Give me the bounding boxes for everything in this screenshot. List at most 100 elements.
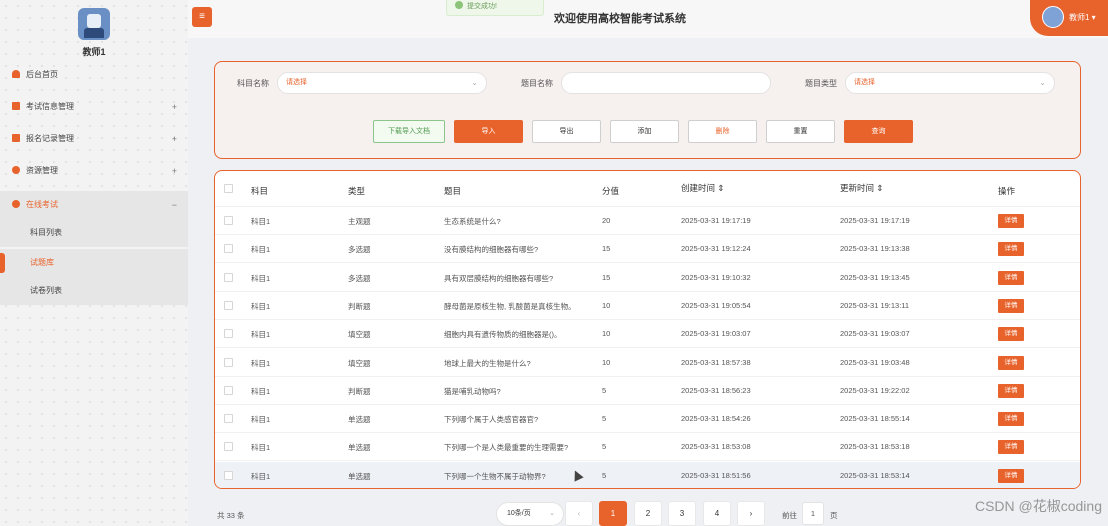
sidebar-subitem-subject-list[interactable]: 科目列表 <box>0 219 188 247</box>
expand-icon[interactable]: + <box>172 95 177 119</box>
page-size-value: 10条/页 <box>507 510 531 517</box>
column-subject: 科目 <box>251 186 269 196</box>
cell-type: 多选题 <box>348 245 371 255</box>
watermark: CSDN @花椒coding <box>974 498 1102 514</box>
cell-updated: 2025-03-31 18:53:18 <box>840 442 910 452</box>
row-checkbox[interactable] <box>224 385 233 395</box>
user-name: 教师1 <box>1069 13 1090 22</box>
row-checkbox[interactable] <box>224 244 233 254</box>
row-checkbox[interactable] <box>224 414 233 424</box>
cell-score: 15 <box>602 272 611 282</box>
column-updated[interactable]: 更新时间 ⇕ <box>840 182 883 194</box>
cell-score: 5 <box>602 442 607 452</box>
sidebar-item-resources[interactable]: 资源管理 + <box>0 159 188 183</box>
sidebar-subitem-question-bank[interactable]: 试题库 <box>0 249 188 277</box>
delete-button[interactable]: 删除 <box>688 120 757 143</box>
table-row[interactable]: 科目1 填空题 地球上最大的生物是什么? 10 2025-03-31 18:57:38 2… <box>215 349 1080 377</box>
row-checkbox[interactable] <box>224 470 233 480</box>
user-menu[interactable]: 教师1 ▾ <box>1030 0 1108 36</box>
page-size-select[interactable]: 10条/页 ⌄ <box>496 502 564 526</box>
sidebar-item-label: 资源管理 <box>26 166 58 175</box>
sidebar-item-label: 后台首页 <box>26 70 58 79</box>
row-checkbox[interactable] <box>224 442 233 452</box>
expand-icon[interactable]: + <box>172 159 177 183</box>
reset-button[interactable]: 重置 <box>766 120 835 143</box>
cell-created: 2025-03-31 19:05:54 <box>681 300 751 310</box>
user-avatar[interactable] <box>78 8 110 40</box>
table-row[interactable]: 科目1 多选题 具有双层膜结构的细胞器有哪些? 15 2025-03-31 19:10:… <box>215 264 1080 292</box>
detail-button[interactable]: 详情 <box>998 355 1024 370</box>
table-row[interactable]: 科目1 判断题 酵母菌是原核生物, 乳酸菌是真核生物。 10 2025-03-31 19… <box>215 292 1080 320</box>
sidebar: 教师1 后台首页 考试信息管理 + 报名记录管理 + 资源管理 + 在线考试 −… <box>0 0 188 526</box>
sidebar-username: 教师1 <box>82 47 106 57</box>
table-row[interactable]: 科目1 主观题 生态系统是什么? 20 2025-03-31 19:17:19 2025-… <box>215 207 1080 235</box>
prev-page-button[interactable]: ‹ <box>565 501 593 526</box>
row-checkbox[interactable] <box>224 329 233 339</box>
grid-icon <box>12 134 20 142</box>
row-checkbox[interactable] <box>224 300 233 310</box>
detail-button[interactable]: 详情 <box>998 440 1024 455</box>
column-score: 分值 <box>602 186 620 196</box>
cell-subject: 科目1 <box>251 330 271 340</box>
column-created[interactable]: 创建时间 ⇕ <box>681 182 724 194</box>
table-row[interactable]: 科目1 单选题 下列哪一个生物不属于动物界? 5 2025-03-31 18:51:56… <box>215 461 1080 488</box>
check-circle-icon <box>455 1 463 9</box>
home-icon <box>12 70 20 78</box>
add-button[interactable]: 添加 <box>610 120 679 143</box>
table-row[interactable]: 科目1 单选题 下列哪一个是人类最重要的生理需要? 5 2025-03-31 18:53… <box>215 433 1080 462</box>
detail-button[interactable]: 详情 <box>998 298 1024 313</box>
collapse-icon[interactable]: − <box>172 191 177 219</box>
page-button-3[interactable]: 3 <box>668 501 696 526</box>
row-checkbox[interactable] <box>224 357 233 367</box>
cell-score: 5 <box>602 470 607 480</box>
cell-subject: 科目1 <box>251 471 271 481</box>
question-table: 科目 类型 题目 分值 创建时间 ⇕ 更新时间 ⇕ 操作 科目1 主观题 生态系统是… <box>214 170 1081 489</box>
table-row[interactable]: 科目1 多选题 没有膜结构的细胞器有哪些? 15 2025-03-31 19:12:24… <box>215 235 1080 264</box>
cell-updated: 2025-03-31 19:13:45 <box>840 272 910 282</box>
page-button-1[interactable]: 1 <box>599 501 627 526</box>
cell-score: 5 <box>602 414 607 424</box>
subject-select[interactable]: 请选择 ⌄ <box>277 72 487 94</box>
expand-icon[interactable]: + <box>172 127 177 151</box>
cell-updated: 2025-03-31 19:13:38 <box>840 244 910 254</box>
table-row[interactable]: 科目1 填空题 细胞内具有遗传物质的细胞器是()。 10 2025-03-31 19:0… <box>215 320 1080 349</box>
detail-button[interactable]: 详情 <box>998 468 1024 483</box>
type-select[interactable]: 请选择 ⌄ <box>845 72 1055 94</box>
detail-button[interactable]: 详情 <box>998 383 1024 398</box>
detail-button[interactable]: 详情 <box>998 327 1024 342</box>
detail-button[interactable]: 详情 <box>998 214 1024 228</box>
page-button-2[interactable]: 2 <box>634 501 662 526</box>
search-panel: 科目名称 请选择 ⌄ 题目名称 题目类型 请选择 ⌄ 下载导入文档 导入 导出 添加… <box>214 61 1081 159</box>
chevron-down-icon: ▾ <box>1089 13 1096 22</box>
database-icon <box>12 166 20 174</box>
sidebar-item-exam-info[interactable]: 考试信息管理 + <box>0 95 188 119</box>
chevron-down-icon: ⌄ <box>549 510 555 517</box>
page-button-4[interactable]: 4 <box>703 501 731 526</box>
sidebar-subitem-paper-list[interactable]: 试卷列表 <box>0 277 188 305</box>
question-input[interactable] <box>561 72 771 94</box>
sidebar-item-registration[interactable]: 报名记录管理 + <box>0 127 188 151</box>
detail-button[interactable]: 详情 <box>998 242 1024 257</box>
cell-updated: 2025-03-31 18:55:14 <box>840 414 910 424</box>
detail-button[interactable]: 详情 <box>998 412 1024 427</box>
detail-button[interactable]: 详情 <box>998 270 1024 285</box>
cell-type: 主观题 <box>348 217 371 226</box>
cell-subject: 科目1 <box>251 415 271 425</box>
sidebar-item-home[interactable]: 后台首页 <box>0 63 188 87</box>
export-button[interactable]: 导出 <box>532 120 601 143</box>
sidebar-item-online-exam[interactable]: 在线考试 − <box>0 191 188 219</box>
next-page-button[interactable]: › <box>737 501 765 526</box>
import-button[interactable]: 导入 <box>454 120 523 143</box>
goto-page-input[interactable]: 1 <box>802 502 824 525</box>
row-checkbox[interactable] <box>224 216 233 225</box>
select-all-checkbox[interactable] <box>224 184 233 193</box>
cell-created: 2025-03-31 18:53:08 <box>681 442 751 452</box>
column-actions: 操作 <box>998 186 1016 196</box>
sidebar-item-label: 考试信息管理 <box>26 102 74 111</box>
query-button[interactable]: 查询 <box>844 120 913 143</box>
cell-created: 2025-03-31 18:56:23 <box>681 385 751 395</box>
download-template-button[interactable]: 下载导入文档 <box>373 120 445 143</box>
table-row[interactable]: 科目1 判断题 猫是哺乳动物吗? 5 2025-03-31 18:56:23 2025-0… <box>215 377 1080 405</box>
row-checkbox[interactable] <box>224 272 233 282</box>
table-row[interactable]: 科目1 单选题 下列哪个属于人类感官器官? 5 2025-03-31 18:54:26 2… <box>215 405 1080 434</box>
